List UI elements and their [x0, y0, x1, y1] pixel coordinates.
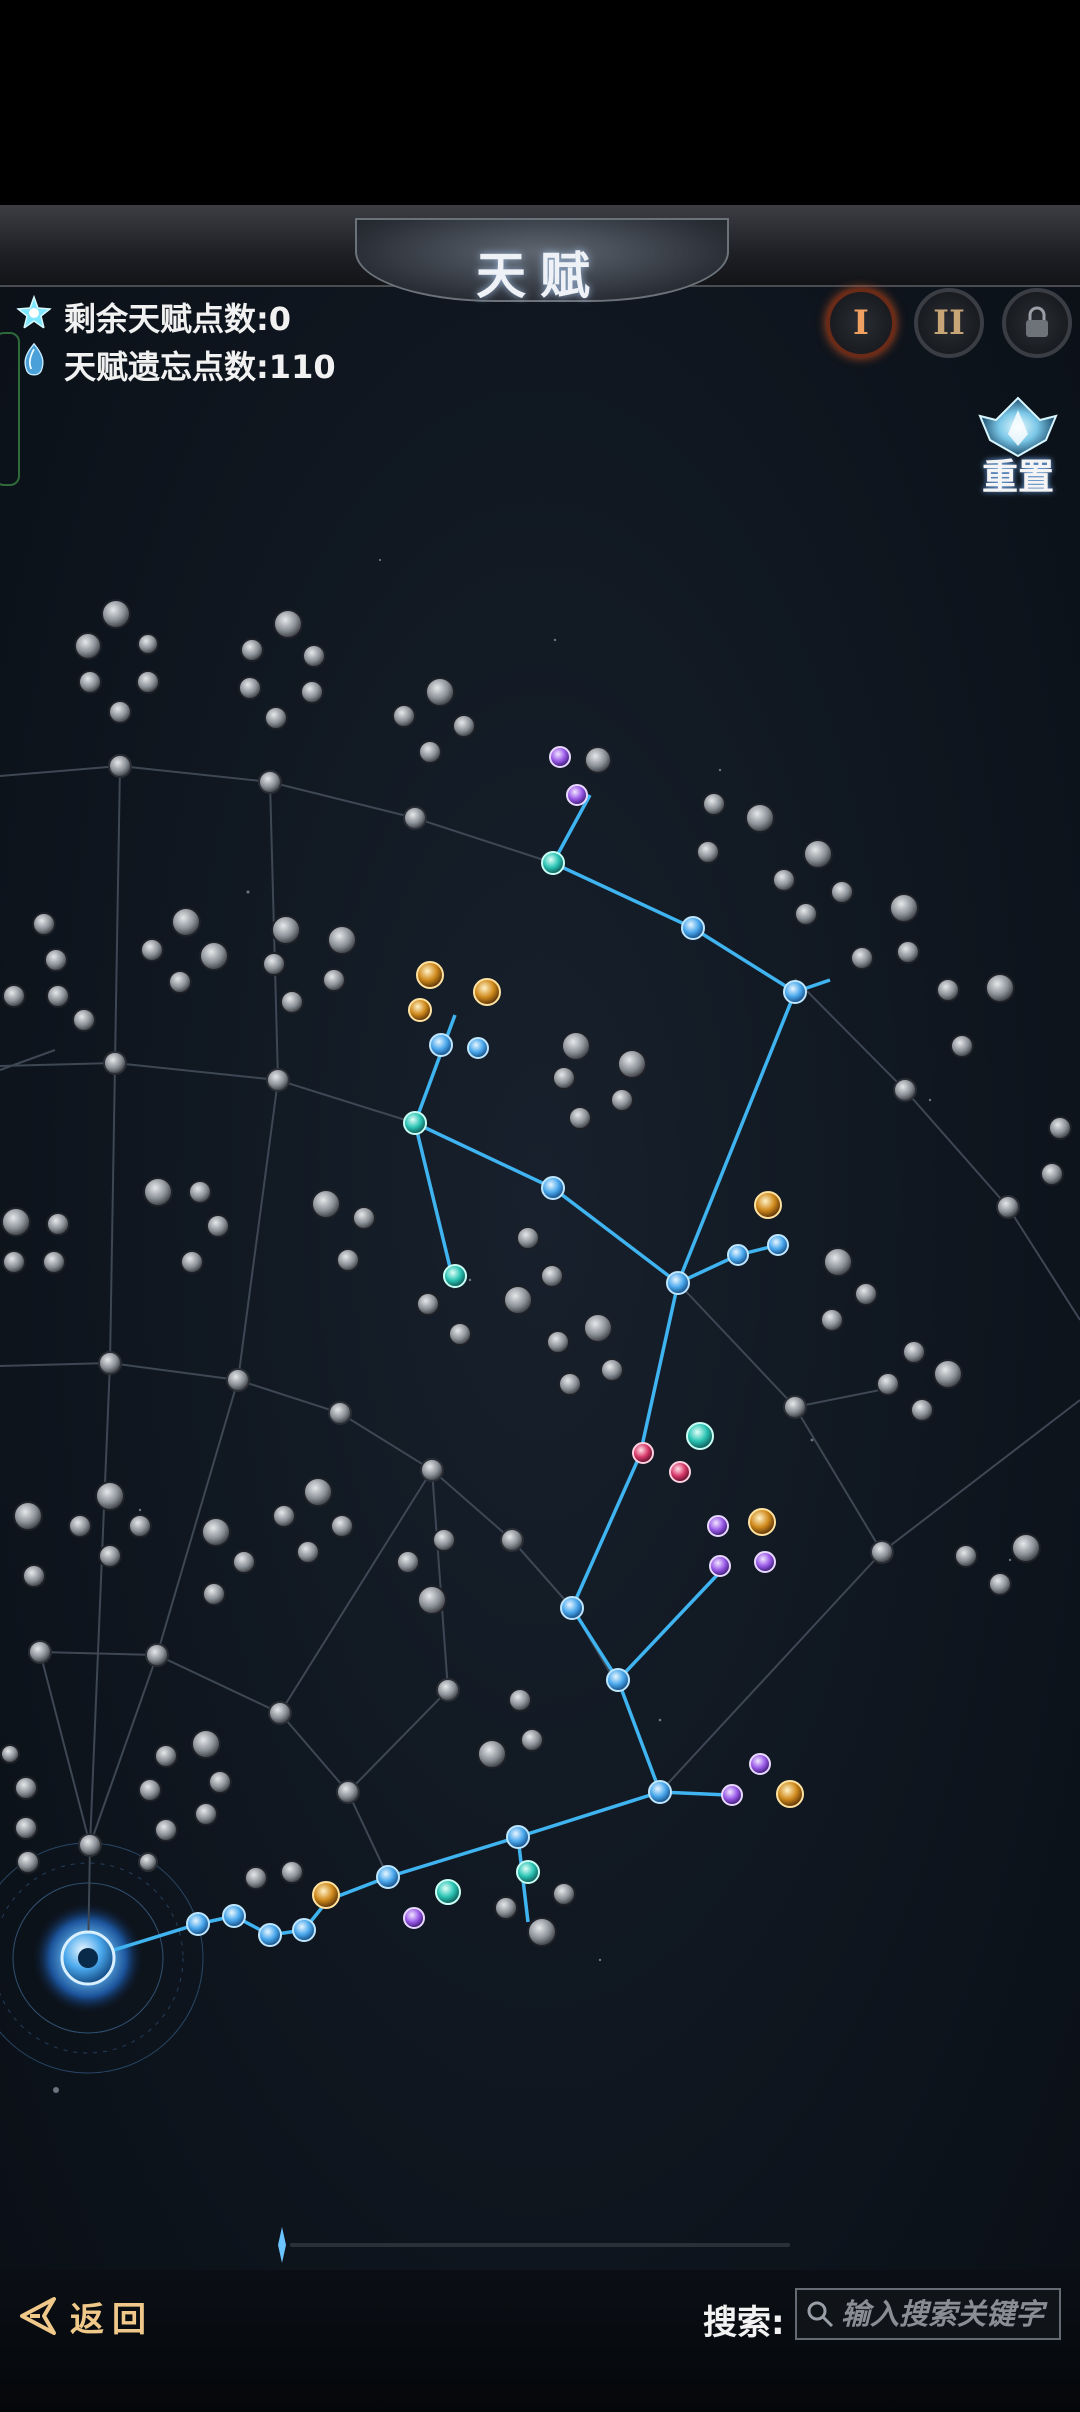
scroll-thumb-icon[interactable]	[272, 2227, 292, 2263]
lock-icon	[1026, 306, 1048, 337]
remaining-points-label: 剩余天赋点数:0	[64, 300, 292, 338]
talent-page-2-button[interactable]: II	[914, 288, 984, 358]
page-2-label: II	[933, 303, 965, 343]
page-title: 天赋	[476, 247, 604, 305]
active-connections	[87, 794, 831, 1960]
horizontal-scrollbar[interactable]	[278, 2227, 790, 2263]
talent-cluster-nodes[interactable]	[0, 599, 1072, 1947]
back-label: 返回	[70, 2299, 154, 2340]
search-icon	[807, 2301, 834, 2328]
search-input[interactable]	[835, 2296, 1059, 2332]
back-button[interactable]: 返回	[14, 2290, 154, 2342]
back-arrow-icon	[20, 2297, 56, 2335]
search-label: 搜索:	[703, 2303, 785, 2343]
gold-nodes[interactable]	[312, 961, 804, 1909]
teal-nodes[interactable]	[403, 851, 714, 1905]
forget-crystal-icon	[24, 342, 44, 376]
talent-point-icon	[16, 295, 52, 330]
forget-points-label: 天赋遗忘点数:110	[64, 348, 336, 386]
reset-button[interactable]: 重置	[966, 448, 1070, 500]
page-1-label: I	[853, 303, 869, 343]
search-box[interactable]	[795, 2288, 1061, 2340]
talent-page-1-button[interactable]: I	[826, 288, 896, 358]
root-core-node[interactable]	[60, 1930, 116, 1986]
talent-page-locked-button[interactable]	[1002, 288, 1072, 358]
